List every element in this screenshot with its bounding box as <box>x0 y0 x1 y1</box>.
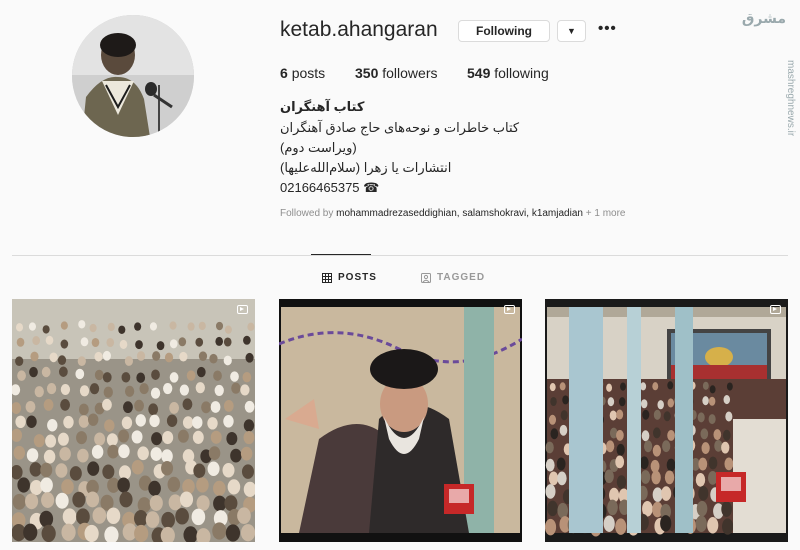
post-thumbnail-hall <box>545 299 788 542</box>
follower-link[interactable]: salamshokravi, <box>462 208 529 219</box>
tab-tagged-label: TAGGED <box>437 272 486 283</box>
tab-posts[interactable]: POSTS <box>322 272 377 283</box>
following-button[interactable]: Following <box>458 20 550 42</box>
follower-link[interactable]: mohammadrezaseddighian, <box>336 208 459 219</box>
followers-count-label: followers <box>382 65 438 81</box>
bio-line: انتشارات یا زهرا (سلام‌الله‌علیها) <box>280 160 452 175</box>
followed-by-label: Followed by <box>280 208 334 219</box>
video-icon <box>504 305 515 314</box>
post-tile[interactable] <box>12 299 255 542</box>
profile-username: ketab.ahangaran <box>280 18 438 41</box>
followed-by: Followed by mohammadrezaseddighian, sala… <box>280 208 626 219</box>
more-options-button[interactable]: ••• <box>598 20 617 37</box>
bio-line: کتاب خاطرات و نوحه‌های حاج صادق آهنگران <box>280 120 520 135</box>
grid-icon <box>322 272 332 283</box>
following-link[interactable]: 549 following <box>467 65 549 81</box>
posts-count-value: 6 <box>280 65 288 81</box>
more-options-icon: ••• <box>598 20 617 37</box>
followers-link[interactable]: 350 followers <box>355 65 438 81</box>
tab-posts-label: POSTS <box>338 272 377 283</box>
news-watermark-logo: مشرق <box>741 10 786 26</box>
bio-phone: 02166465375 ☎ <box>280 180 380 195</box>
chevron-down-icon: ▼ <box>567 26 576 36</box>
active-tab-indicator <box>311 254 371 255</box>
posts-count-label: posts <box>291 65 326 81</box>
following-count-label: following <box>494 65 549 81</box>
post-tile[interactable] <box>279 299 522 542</box>
post-tile[interactable] <box>545 299 788 542</box>
tabs-divider <box>12 255 788 256</box>
profile-full-name: کتاب آهنگران <box>280 99 365 114</box>
followers-count-value: 350 <box>355 65 379 81</box>
profile-avatar[interactable] <box>72 15 194 137</box>
posts-count: 6 posts <box>280 65 325 81</box>
followed-by-more[interactable]: + 1 more <box>586 208 626 219</box>
bio-line: (ویراست دوم) <box>280 140 357 155</box>
post-thumbnail-speaker <box>279 299 522 542</box>
tab-tagged[interactable]: TAGGED <box>421 272 485 283</box>
video-icon <box>237 305 248 314</box>
news-watermark-url: mashreghnews.ir <box>785 60 796 137</box>
following-count-value: 549 <box>467 65 491 81</box>
suggestions-dropdown-button[interactable]: ▼ <box>557 20 586 42</box>
video-icon <box>770 305 781 314</box>
follower-link[interactable]: k1amjadian <box>532 208 583 219</box>
avatar-image <box>72 15 194 137</box>
tagged-icon <box>421 272 431 283</box>
post-thumbnail-crowd <box>12 299 255 542</box>
